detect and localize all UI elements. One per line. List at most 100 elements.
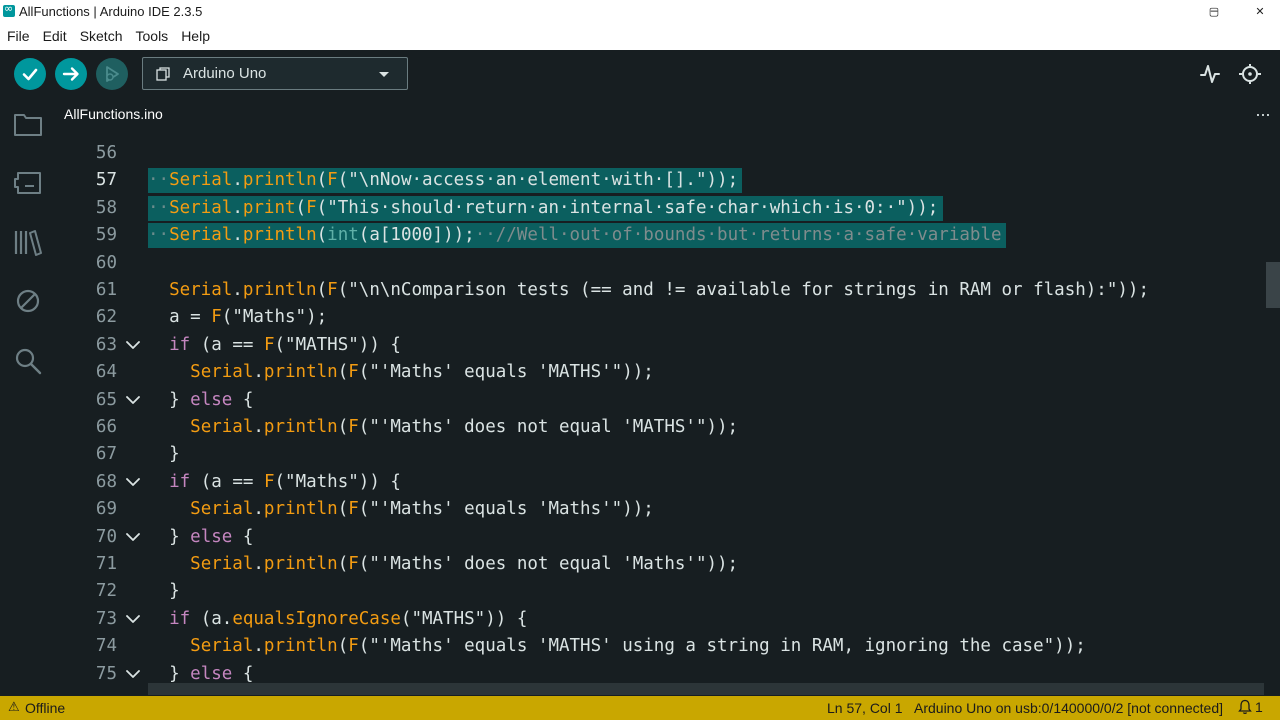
code-line[interactable]: 66 Serial.println(F("'Maths' does not eq… (56, 414, 1280, 441)
code-function: F (327, 170, 338, 191)
code-punctuation: . (253, 554, 264, 574)
sketchbook-button[interactable] (10, 106, 46, 142)
notifications-button[interactable]: 1 (1238, 699, 1263, 715)
offline-status[interactable]: Offline (25, 700, 65, 716)
code-function: Serial (169, 280, 233, 300)
verify-button[interactable] (14, 58, 46, 90)
line-number: 63 (95, 334, 117, 355)
upload-button[interactable] (55, 58, 87, 90)
code-function: F (263, 471, 275, 492)
board-port-status[interactable]: Arduino Uno on usb:0/140000/0/2 [not con… (914, 700, 1223, 716)
code-punctuation: ( (358, 636, 370, 657)
debug-panel-button[interactable] (10, 283, 46, 319)
board-selector[interactable]: Arduino Uno (142, 57, 408, 90)
line-number: 66 (95, 417, 117, 437)
code-line[interactable]: 72 } (56, 578, 1280, 605)
tab-allfunctions[interactable]: AllFunctions.ino (56, 98, 171, 132)
code-line[interactable]: 57 ··Serial.println(F("\nNow·access·an·el… (56, 167, 1280, 194)
library-manager-button[interactable] (10, 224, 46, 260)
notification-count: 1 (1255, 699, 1263, 715)
code-string: "\nNow·access·an·element·with·[]." (348, 170, 707, 191)
line-number: 73 (95, 608, 117, 629)
boards-manager-button[interactable] (10, 165, 46, 201)
code-line[interactable]: 69 Serial.println(F("'Maths' equals 'Mat… (56, 496, 1280, 523)
serial-monitor-icon (1239, 64, 1261, 84)
code-punctuation: )); (706, 417, 739, 437)
menu-tools[interactable]: Tools (129, 28, 175, 44)
code-text: } (148, 441, 180, 468)
code-punctuation: . (232, 170, 243, 191)
search-button[interactable] (10, 343, 46, 379)
code-line[interactable]: 74 Serial.println(F("'Maths' equals 'MAT… (56, 633, 1280, 660)
board-icon (156, 66, 170, 81)
code-text: a = F("Maths"); (148, 304, 327, 331)
menu-help[interactable]: Help (174, 28, 216, 44)
serial-plotter-button[interactable] (1196, 60, 1224, 88)
code-line[interactable]: 59 ··Serial.println(int(a[1000]));··//Wel… (56, 222, 1280, 249)
vertical-scrollbar[interactable] (1266, 262, 1280, 308)
code-punctuation: ( (221, 307, 233, 328)
code-text: } else { (148, 524, 253, 551)
horizontal-scrollbar[interactable] (148, 683, 1264, 695)
code-punctuation: ( (316, 225, 328, 246)
debug-button[interactable] (96, 58, 128, 90)
fold-chevron-icon[interactable] (122, 524, 144, 551)
code-string: "'Maths' equals 'Maths'" (369, 499, 623, 520)
code-line[interactable]: 70 } else { (56, 524, 1280, 551)
code-keyword: if (169, 471, 191, 492)
code-punctuation: )) { (358, 471, 401, 492)
code-punctuation: ( (190, 608, 212, 629)
code-punctuation: ); (306, 307, 328, 328)
code-punctuation: ( (337, 280, 349, 300)
more-options-icon[interactable]: ··· (1255, 104, 1271, 125)
code-punctuation (148, 335, 169, 355)
code-line[interactable]: 60 (56, 250, 1280, 277)
code-punctuation: ( (358, 225, 370, 246)
code-punctuation: ( (190, 471, 212, 492)
line-number: 75 (95, 663, 117, 684)
code-punctuation: [1000])); (379, 225, 475, 246)
code-identifier: a (211, 608, 222, 629)
code-line[interactable]: 65 } else { (56, 387, 1280, 414)
menu-sketch[interactable]: Sketch (73, 28, 129, 44)
whitespace-marker: · (148, 170, 159, 191)
line-number: 67 (95, 444, 117, 465)
code-punctuation: ( (274, 334, 286, 355)
code-function: Serial (190, 499, 254, 520)
code-function: Serial (190, 636, 254, 657)
code-line[interactable]: 62 a = F("Maths"); (56, 304, 1280, 331)
line-number: 60 (95, 252, 117, 273)
menu-edit[interactable]: Edit (36, 28, 73, 44)
code-text: if (a == F("Maths")) { (148, 469, 401, 496)
fold-chevron-icon[interactable] (122, 661, 144, 688)
fold-chevron-icon[interactable] (122, 332, 144, 359)
code-function: F (348, 362, 359, 383)
code-line[interactable]: 68 if (a == F("Maths")) { (56, 469, 1280, 496)
fold-chevron-icon[interactable] (122, 387, 144, 414)
code-punctuation: ( (358, 499, 370, 520)
maximize-button[interactable]: ▢ (1191, 0, 1237, 22)
code-function: equalsIgnoreCase (232, 608, 401, 629)
code-punctuation: } (148, 444, 180, 465)
serial-monitor-button[interactable] (1237, 60, 1265, 88)
whitespace-marker: · (485, 225, 496, 246)
code-line[interactable]: 73 if (a.equalsIgnoreCase("MATHS")) { (56, 606, 1280, 633)
code-function: Serial (190, 554, 254, 574)
code-function: println (263, 499, 338, 520)
menu-file[interactable]: File (0, 28, 36, 44)
code-line[interactable]: 61 Serial.println(F("\n\nComparison test… (56, 277, 1280, 304)
code-function: F (348, 554, 359, 574)
code-text: Serial.println(F("'Maths' equals 'MATHS'… (148, 633, 1086, 660)
code-punctuation: ( (337, 417, 349, 437)
code-line[interactable]: 67 } (56, 441, 1280, 468)
code-line[interactable]: 58 ··Serial.print(F("This·should·return·a… (56, 195, 1280, 222)
fold-chevron-icon[interactable] (122, 606, 144, 633)
code-line[interactable]: 64 Serial.println(F("'Maths' equals 'MAT… (56, 359, 1280, 386)
fold-chevron-icon[interactable] (122, 469, 144, 496)
code-line[interactable]: 63 if (a == F("MATHS")) { (56, 332, 1280, 359)
code-line[interactable]: 56 (56, 140, 1280, 167)
code-line[interactable]: 71 Serial.println(F("'Maths' does not eq… (56, 551, 1280, 578)
close-button[interactable]: ✕ (1237, 0, 1280, 22)
code-function: println (242, 170, 317, 191)
code-editor[interactable]: 56 57 ··Serial.println(F("\nNow·access·an·… (56, 132, 1280, 696)
